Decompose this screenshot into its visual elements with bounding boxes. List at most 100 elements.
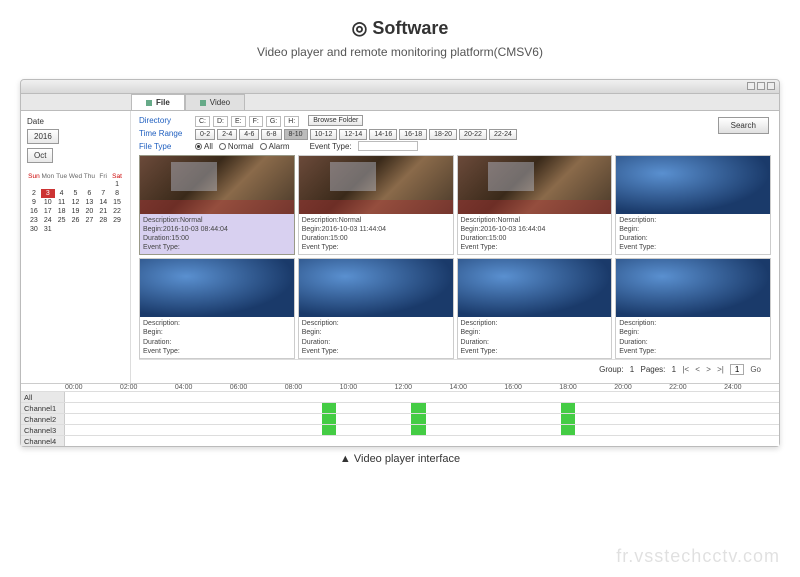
- minimize-icon[interactable]: [747, 82, 755, 90]
- calendar-day[interactable]: 4: [55, 189, 69, 198]
- calendar-day[interactable]: 3: [41, 189, 55, 198]
- time-range-button[interactable]: 20-22: [459, 129, 487, 140]
- clip-thumbnail[interactable]: [140, 259, 294, 317]
- calendar-day[interactable]: 9: [27, 198, 41, 207]
- clip-card[interactable]: Description:NormalBegin:2016-10-03 08:44…: [139, 155, 295, 255]
- close-icon[interactable]: [767, 82, 775, 90]
- file-type-option[interactable]: Alarm: [269, 142, 290, 151]
- directory-box[interactable]: H:: [284, 116, 299, 127]
- directory-box[interactable]: F:: [249, 116, 263, 127]
- calendar-day[interactable]: 1: [110, 180, 124, 189]
- calendar[interactable]: SunMonTueWedThuFriSat 123456789101112131…: [27, 173, 124, 234]
- calendar-day[interactable]: 19: [69, 207, 83, 216]
- time-range-button[interactable]: 0-2: [195, 129, 215, 140]
- calendar-day[interactable]: 26: [69, 216, 83, 225]
- calendar-day[interactable]: 5: [69, 189, 83, 198]
- tab-file[interactable]: File: [131, 94, 185, 110]
- directory-box[interactable]: E:: [231, 116, 246, 127]
- time-range-button[interactable]: 16-18: [399, 129, 427, 140]
- clip-thumbnail[interactable]: [458, 156, 612, 214]
- tab-video[interactable]: Video: [185, 94, 245, 110]
- timeline-segment[interactable]: [411, 414, 425, 424]
- timeline-segment[interactable]: [411, 403, 425, 413]
- time-range-button[interactable]: 6-8: [261, 129, 281, 140]
- calendar-day[interactable]: 7: [96, 189, 110, 198]
- timeline-track[interactable]: [65, 425, 779, 435]
- calendar-day[interactable]: 15: [110, 198, 124, 207]
- timeline-segment[interactable]: [561, 425, 575, 435]
- time-range-button[interactable]: 14-16: [369, 129, 397, 140]
- calendar-day[interactable]: 16: [27, 207, 41, 216]
- file-type-option[interactable]: All: [204, 142, 213, 151]
- file-type-option[interactable]: Normal: [228, 142, 254, 151]
- clip-card[interactable]: Description:NormalBegin:2016-10-03 16:44…: [457, 155, 613, 255]
- timeline-track[interactable]: [65, 414, 779, 424]
- timeline-segment[interactable]: [322, 425, 336, 435]
- calendar-day[interactable]: 24: [41, 216, 55, 225]
- time-range-button[interactable]: 22-24: [489, 129, 517, 140]
- go-button[interactable]: Go: [750, 365, 761, 374]
- timeline-track[interactable]: [65, 436, 779, 446]
- calendar-day[interactable]: 22: [110, 207, 124, 216]
- calendar-day[interactable]: 28: [96, 216, 110, 225]
- calendar-day[interactable]: 23: [27, 216, 41, 225]
- calendar-day[interactable]: 31: [41, 225, 55, 234]
- timeline-segment[interactable]: [411, 425, 425, 435]
- timeline-segment[interactable]: [561, 414, 575, 424]
- timeline-track[interactable]: [65, 403, 779, 413]
- first-page-icon[interactable]: |<: [682, 365, 689, 374]
- maximize-icon[interactable]: [757, 82, 765, 90]
- last-page-icon[interactable]: >|: [717, 365, 724, 374]
- calendar-day[interactable]: 25: [55, 216, 69, 225]
- clip-thumbnail[interactable]: [140, 156, 294, 214]
- prev-page-icon[interactable]: <: [695, 365, 700, 374]
- timeline-segment[interactable]: [322, 403, 336, 413]
- clip-thumbnail[interactable]: [299, 156, 453, 214]
- time-range-button[interactable]: 8-10: [284, 129, 308, 140]
- clip-thumbnail[interactable]: [299, 259, 453, 317]
- calendar-day[interactable]: 27: [82, 216, 96, 225]
- calendar-day[interactable]: 10: [41, 198, 55, 207]
- calendar-day[interactable]: 14: [96, 198, 110, 207]
- calendar-day[interactable]: 20: [82, 207, 96, 216]
- clip-card[interactable]: Description:Begin:Duration:Event Type:: [298, 258, 454, 358]
- timeline-segment[interactable]: [561, 403, 575, 413]
- calendar-day[interactable]: 18: [55, 207, 69, 216]
- timeline-track[interactable]: [65, 392, 779, 402]
- search-button[interactable]: Search: [718, 117, 769, 134]
- clip-card[interactable]: Description:Begin:Duration:Event Type:: [457, 258, 613, 358]
- year-button[interactable]: 2016: [27, 129, 59, 144]
- calendar-day[interactable]: 17: [41, 207, 55, 216]
- calendar-day[interactable]: 12: [69, 198, 83, 207]
- clip-card[interactable]: Description:NormalBegin:2016-10-03 11:44…: [298, 155, 454, 255]
- calendar-day[interactable]: 13: [82, 198, 96, 207]
- calendar-day[interactable]: 21: [96, 207, 110, 216]
- directory-box[interactable]: D:: [213, 116, 228, 127]
- file-type-radio[interactable]: [195, 143, 202, 150]
- timeline-segment[interactable]: [322, 414, 336, 424]
- calendar-day[interactable]: 2: [27, 189, 41, 198]
- page-input[interactable]: [730, 364, 744, 375]
- next-page-icon[interactable]: >: [706, 365, 711, 374]
- browse-folder-button[interactable]: Browse Folder: [308, 115, 363, 126]
- event-type-select[interactable]: [358, 141, 418, 151]
- calendar-day[interactable]: 8: [110, 189, 124, 198]
- time-range-button[interactable]: 18-20: [429, 129, 457, 140]
- clip-thumbnail[interactable]: [458, 259, 612, 317]
- clip-thumbnail[interactable]: [616, 259, 770, 317]
- clip-thumbnail[interactable]: [616, 156, 770, 214]
- time-range-button[interactable]: 12-14: [339, 129, 367, 140]
- time-range-button[interactable]: 10-12: [310, 129, 338, 140]
- calendar-day[interactable]: 29: [110, 216, 124, 225]
- clip-card[interactable]: Description:Begin:Duration:Event Type:: [615, 258, 771, 358]
- file-type-radio[interactable]: [219, 143, 226, 150]
- calendar-day[interactable]: 6: [82, 189, 96, 198]
- calendar-day[interactable]: 11: [55, 198, 69, 207]
- directory-box[interactable]: G:: [266, 116, 281, 127]
- calendar-day[interactable]: 30: [27, 225, 41, 234]
- time-range-button[interactable]: 4-6: [239, 129, 259, 140]
- file-type-radio[interactable]: [260, 143, 267, 150]
- time-range-button[interactable]: 2-4: [217, 129, 237, 140]
- clip-card[interactable]: Description:Begin:Duration:Event Type:: [615, 155, 771, 255]
- directory-box[interactable]: C:: [195, 116, 210, 127]
